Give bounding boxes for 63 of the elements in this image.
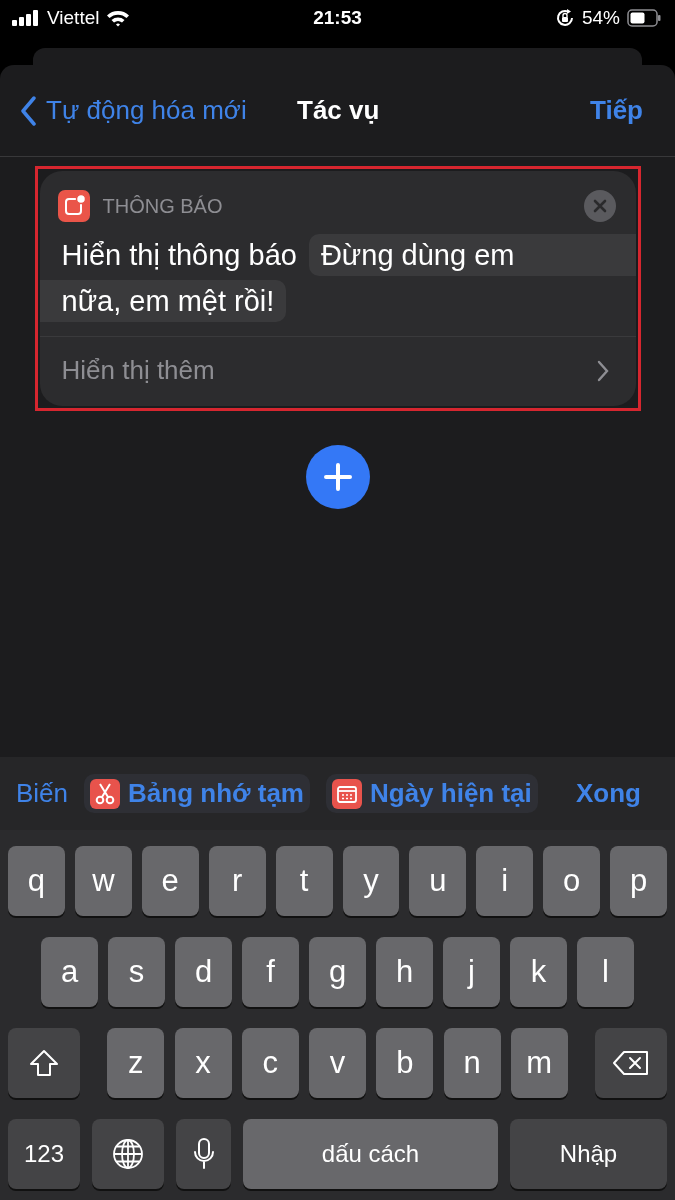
notification-icon (57, 190, 90, 222)
globe-icon (112, 1138, 144, 1170)
letter-key[interactable]: a (41, 937, 98, 1007)
rotation-lock-icon (554, 7, 575, 28)
chevron-left-icon (20, 95, 36, 126)
return-key[interactable]: Nhập (510, 1119, 667, 1189)
shift-key[interactable] (8, 1028, 80, 1098)
globe-key[interactable] (92, 1119, 164, 1189)
battery-icon (627, 8, 661, 27)
letter-key[interactable]: d (175, 937, 232, 1007)
delete-key[interactable] (595, 1028, 667, 1098)
letter-key[interactable]: h (376, 937, 433, 1007)
screen-title: Tác vụ (297, 95, 380, 126)
chevron-right-icon (595, 358, 610, 383)
calendar-icon (332, 778, 362, 809)
done-button[interactable]: Xong (576, 778, 659, 809)
variables-button[interactable]: Biến (16, 778, 69, 809)
letter-key[interactable]: v (309, 1028, 366, 1098)
letter-key[interactable]: i (476, 846, 534, 916)
variable-chip[interactable]: Ngày hiện tại (326, 774, 538, 813)
letter-key[interactable]: q (7, 846, 65, 916)
action-category: THÔNG BÁO (102, 194, 224, 218)
action-text: Hiển thị thông báo (61, 238, 297, 273)
microphone-icon (192, 1138, 215, 1170)
scissors-icon (90, 778, 121, 809)
carrier-name: Viettel (47, 6, 100, 29)
letter-key[interactable]: s (108, 937, 165, 1007)
letter-key[interactable]: c (241, 1028, 299, 1098)
letter-key[interactable]: e (141, 846, 199, 916)
letter-key[interactable]: u (409, 846, 467, 916)
wifi-icon (106, 8, 131, 27)
letter-key[interactable]: f (242, 937, 299, 1007)
plus-icon (323, 463, 352, 491)
message-token[interactable]: nữa, em mệt rồi! (39, 280, 287, 322)
letter-key[interactable]: o (543, 846, 601, 916)
space-key[interactable]: dấu cách (243, 1119, 498, 1189)
back-button[interactable]: Tự động hóa mới (20, 95, 247, 126)
letter-key[interactable]: g (309, 937, 366, 1007)
letter-key[interactable]: l (577, 937, 634, 1007)
show-more-row[interactable]: Hiển thị thêm (39, 336, 636, 406)
next-button[interactable]: Tiếp (590, 95, 643, 126)
letter-key[interactable]: t (275, 846, 333, 916)
letter-key[interactable]: r (208, 846, 266, 916)
backspace-icon (612, 1050, 650, 1076)
letter-key[interactable]: k (510, 937, 567, 1007)
battery-percent: 54% (581, 6, 620, 29)
close-icon (592, 199, 607, 213)
variable-chip[interactable]: Bảng nhớ tạm (84, 774, 310, 813)
letter-key[interactable]: n (443, 1028, 501, 1098)
letter-key[interactable]: j (443, 937, 500, 1007)
letter-key[interactable]: w (74, 846, 132, 916)
letter-key[interactable]: m (510, 1028, 568, 1098)
microphone-key[interactable] (176, 1119, 231, 1189)
signal-icon (12, 9, 40, 26)
letter-key[interactable]: z (107, 1028, 165, 1098)
clock-time: 21:53 (313, 6, 362, 29)
letter-key[interactable]: y (342, 846, 400, 916)
numbers-key[interactable]: 123 (8, 1119, 80, 1189)
shift-icon (29, 1049, 59, 1077)
message-token[interactable]: Đừng dùng em (308, 234, 636, 276)
letter-key[interactable]: x (174, 1028, 232, 1098)
letter-key[interactable]: b (376, 1028, 434, 1098)
letter-key[interactable]: p (610, 846, 668, 916)
